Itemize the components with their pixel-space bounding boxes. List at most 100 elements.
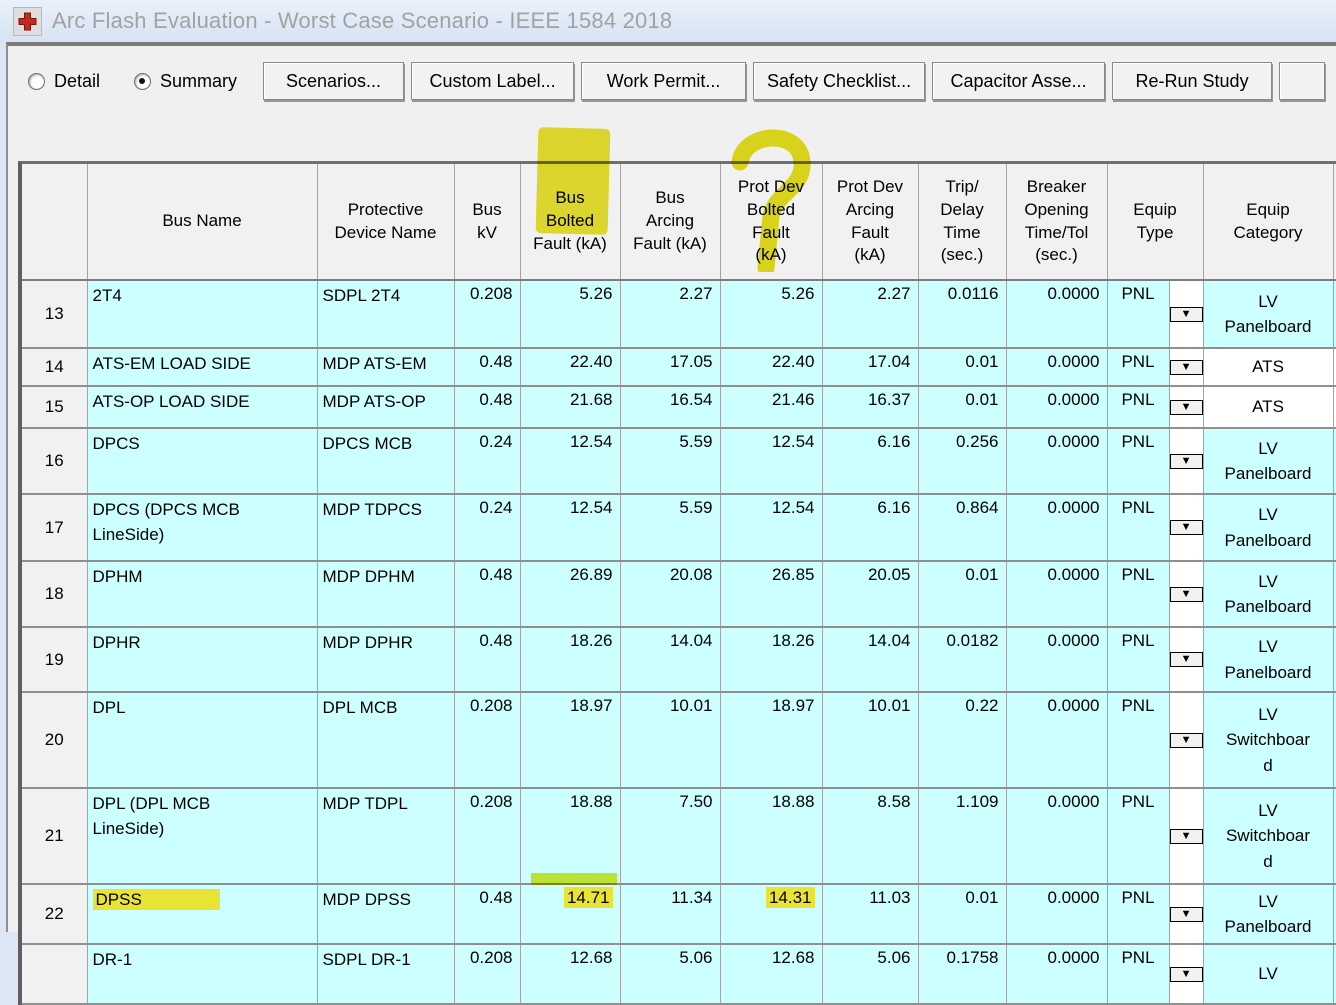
cell-bus-kv[interactable]: 0.48 [454, 627, 520, 692]
cell-protective-device-name[interactable]: SDPL 2T4 [317, 280, 454, 348]
scenarios-button[interactable]: Scenarios... [263, 62, 404, 100]
cell-bus-bolted-fault[interactable]: 18.97 [520, 692, 620, 788]
cell-breaker-opening-time[interactable]: 0.0000 [1006, 788, 1107, 884]
cell-equip-type[interactable]: PNL [1107, 561, 1169, 627]
cell-prot-dev-arcing-fault[interactable]: 6.16 [822, 494, 918, 561]
summary-radio[interactable]: Summary [134, 71, 237, 92]
cell-bus-name[interactable]: DPL [87, 692, 317, 788]
cell-trip-delay-time[interactable]: 0.01 [918, 884, 1006, 944]
cell-bus-kv[interactable]: 0.208 [454, 788, 520, 884]
cell-prot-dev-bolted-fault[interactable]: 21.46 [720, 386, 822, 428]
cell-breaker-opening-time[interactable]: 0.0000 [1006, 280, 1107, 348]
cell-prot-dev-bolted-fault[interactable]: 12.68 [720, 944, 822, 1004]
cell-prot-dev-arcing-fault[interactable]: 10.01 [822, 692, 918, 788]
cell-prot-dev-arcing-fault[interactable]: 6.16 [822, 428, 918, 494]
cell-bus-kv[interactable]: 0.48 [454, 884, 520, 944]
cell-equip-category[interactable]: LV Switchboar d [1203, 788, 1333, 884]
cell-bus-name[interactable]: DPSS [87, 884, 317, 944]
cell-equip-type[interactable]: PNL [1107, 348, 1169, 386]
cell-breaker-opening-time[interactable]: 0.0000 [1006, 561, 1107, 627]
cell-bus-arcing-fault[interactable]: 5.59 [620, 494, 720, 561]
cell-trip-delay-time[interactable]: 0.1758 [918, 944, 1006, 1004]
cell-bus-bolted-fault[interactable]: 26.89 [520, 561, 620, 627]
cell-bus-arcing-fault[interactable]: 5.59 [620, 428, 720, 494]
row-number[interactable]: 15 [22, 386, 87, 428]
capacitor-asse-button[interactable]: Capacitor Asse... [932, 62, 1105, 100]
cell-breaker-opening-time[interactable]: 0.0000 [1006, 944, 1107, 1004]
cell-protective-device-name[interactable]: DPL MCB [317, 692, 454, 788]
cell-prot-dev-bolted-fault[interactable]: 5.26 [720, 280, 822, 348]
cell-prot-dev-bolted-fault[interactable]: 18.26 [720, 627, 822, 692]
cell-bus-bolted-fault[interactable]: 14.71 [520, 884, 620, 944]
row-number[interactable]: 19 [22, 627, 87, 692]
row-number[interactable]: 13 [22, 280, 87, 348]
radio-icon[interactable] [28, 73, 45, 90]
cell-trip-delay-time[interactable]: 1.109 [918, 788, 1006, 884]
cell-bus-kv[interactable]: 0.48 [454, 348, 520, 386]
cell-bus-name[interactable]: 2T4 [87, 280, 317, 348]
detail-radio[interactable]: Detail [28, 71, 100, 92]
cell-equip-category[interactable]: LV Panelboard [1203, 280, 1333, 348]
custom-label-button[interactable]: Custom Label... [411, 62, 574, 100]
cell-protective-device-name[interactable]: MDP DPHM [317, 561, 454, 627]
cell-equip-category[interactable]: LV Panelboard [1203, 494, 1333, 561]
row-number[interactable]: 20 [22, 692, 87, 788]
cell-bus-name[interactable]: ATS-OP LOAD SIDE [87, 386, 317, 428]
cell-prot-dev-arcing-fault[interactable]: 17.04 [822, 348, 918, 386]
cell-bus-bolted-fault[interactable]: 21.68 [520, 386, 620, 428]
cell-bus-kv[interactable]: 0.48 [454, 386, 520, 428]
equip-type-dropdown-button[interactable]: ▼ [1170, 733, 1203, 748]
cell-equip-type[interactable]: PNL [1107, 386, 1169, 428]
equip-type-dropdown-button[interactable]: ▼ [1170, 652, 1203, 667]
cell-equip-type[interactable]: PNL [1107, 428, 1169, 494]
cell-bus-bolted-fault[interactable]: 18.88 [520, 788, 620, 884]
equip-type-dropdown-button[interactable]: ▼ [1170, 307, 1203, 322]
cell-prot-dev-bolted-fault[interactable]: 26.85 [720, 561, 822, 627]
cell-bus-bolted-fault[interactable]: 12.54 [520, 428, 620, 494]
rerun-study-button[interactable]: Re-Run Study [1112, 62, 1272, 100]
cell-prot-dev-arcing-fault[interactable]: 16.37 [822, 386, 918, 428]
cell-protective-device-name[interactable]: MDP ATS-EM [317, 348, 454, 386]
cell-bus-bolted-fault[interactable]: 18.26 [520, 627, 620, 692]
cell-bus-bolted-fault[interactable]: 5.26 [520, 280, 620, 348]
cell-bus-arcing-fault[interactable]: 20.08 [620, 561, 720, 627]
cell-trip-delay-time[interactable]: 0.0116 [918, 280, 1006, 348]
cell-bus-arcing-fault[interactable]: 11.34 [620, 884, 720, 944]
cell-bus-name[interactable]: DPCS (DPCS MCB LineSide) [87, 494, 317, 561]
cell-prot-dev-arcing-fault[interactable]: 8.58 [822, 788, 918, 884]
cell-bus-name[interactable]: DPHM [87, 561, 317, 627]
cell-protective-device-name[interactable]: MDP DPHR [317, 627, 454, 692]
radio-icon[interactable] [134, 73, 151, 90]
cell-prot-dev-arcing-fault[interactable]: 14.04 [822, 627, 918, 692]
cell-prot-dev-bolted-fault[interactable]: 12.54 [720, 494, 822, 561]
cell-bus-kv[interactable]: 0.24 [454, 428, 520, 494]
cell-bus-arcing-fault[interactable]: 5.06 [620, 944, 720, 1004]
cell-equip-type[interactable]: PNL [1107, 884, 1169, 944]
cell-bus-name[interactable]: ATS-EM LOAD SIDE [87, 348, 317, 386]
cell-breaker-opening-time[interactable]: 0.0000 [1006, 884, 1107, 944]
cell-breaker-opening-time[interactable]: 0.0000 [1006, 386, 1107, 428]
cell-trip-delay-time[interactable]: 0.864 [918, 494, 1006, 561]
equip-type-dropdown-button[interactable]: ▼ [1170, 454, 1203, 469]
cell-equip-type[interactable]: PNL [1107, 944, 1169, 1004]
cell-trip-delay-time[interactable]: 0.01 [918, 386, 1006, 428]
equip-type-dropdown-button[interactable]: ▼ [1170, 400, 1203, 415]
cell-bus-name[interactable]: DPHR [87, 627, 317, 692]
cell-equip-type[interactable]: PNL [1107, 494, 1169, 561]
cell-prot-dev-bolted-fault[interactable]: 22.40 [720, 348, 822, 386]
cell-bus-arcing-fault[interactable]: 14.04 [620, 627, 720, 692]
cell-bus-arcing-fault[interactable]: 17.05 [620, 348, 720, 386]
safety-checklist-button[interactable]: Safety Checklist... [753, 62, 925, 100]
cell-bus-arcing-fault[interactable]: 16.54 [620, 386, 720, 428]
cell-bus-kv[interactable]: 0.208 [454, 692, 520, 788]
cell-bus-name[interactable]: DPCS [87, 428, 317, 494]
cell-breaker-opening-time[interactable]: 0.0000 [1006, 348, 1107, 386]
cell-bus-arcing-fault[interactable]: 2.27 [620, 280, 720, 348]
cell-equip-category[interactable]: LV Panelboard [1203, 428, 1333, 494]
cell-equip-type[interactable]: PNL [1107, 692, 1169, 788]
cell-trip-delay-time[interactable]: 0.01 [918, 348, 1006, 386]
equip-type-dropdown-button[interactable]: ▼ [1170, 360, 1203, 375]
equip-type-dropdown-button[interactable]: ▼ [1170, 829, 1203, 844]
cell-trip-delay-time[interactable]: 0.22 [918, 692, 1006, 788]
cell-bus-arcing-fault[interactable]: 10.01 [620, 692, 720, 788]
